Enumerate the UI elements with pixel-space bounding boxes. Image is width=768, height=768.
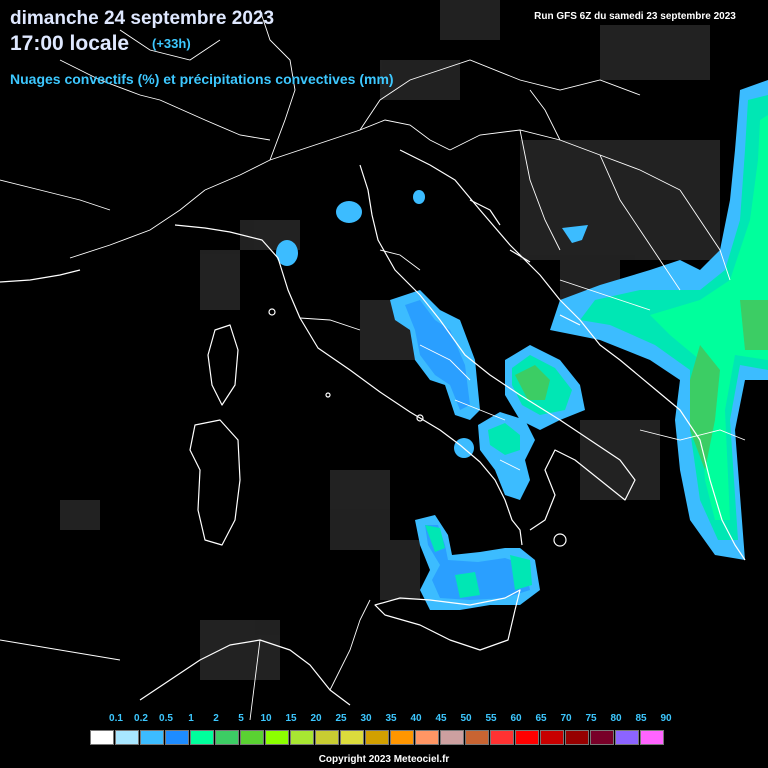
legend-label: 10 <box>260 713 272 724</box>
legend-swatch <box>415 730 439 745</box>
forecast-time: 17:00 locale <box>10 32 130 55</box>
legend-label: 55 <box>485 713 497 724</box>
legend-swatch <box>365 730 389 745</box>
legend-label: 75 <box>585 713 597 724</box>
legend-label: 30 <box>360 713 372 724</box>
legend-label: 65 <box>535 713 547 724</box>
legend-swatch <box>490 730 514 745</box>
color-legend: 0.1 0.2 0.5 1 2 5 10 15 20 25 30 35 40 45 50 55 60 65 70 75… <box>90 713 672 749</box>
legend-label: 20 <box>310 713 322 724</box>
forecast-offset: (+33h) <box>152 36 191 51</box>
legend-label: 0.2 <box>134 713 148 724</box>
legend-label: 40 <box>410 713 422 724</box>
legend-swatch <box>540 730 564 745</box>
legend-label: 90 <box>660 713 672 724</box>
legend-swatch <box>140 730 164 745</box>
legend-label: 85 <box>635 713 647 724</box>
legend-label: 0.5 <box>159 713 173 724</box>
legend-swatch <box>265 730 289 745</box>
legend-swatch <box>215 730 239 745</box>
legend-label: 35 <box>385 713 397 724</box>
legend-swatch <box>640 730 664 745</box>
legend-label: 70 <box>560 713 572 724</box>
legend-swatch <box>590 730 614 745</box>
legend-label: 1 <box>188 713 194 724</box>
legend-label: 45 <box>435 713 447 724</box>
legend-label: 5 <box>238 713 244 724</box>
legend-label: 25 <box>335 713 347 724</box>
forecast-date: dimanche 24 septembre 2023 <box>10 8 275 29</box>
legend-label: 50 <box>460 713 472 724</box>
legend-swatch <box>90 730 114 745</box>
parameter-title: Nuages convectifs (%) et précipitations … <box>10 71 394 87</box>
legend-swatch <box>115 730 139 745</box>
legend-swatch <box>290 730 314 745</box>
legend-label: 2 <box>213 713 219 724</box>
legend-label: 0.1 <box>109 713 123 724</box>
legend-label: 60 <box>510 713 522 724</box>
legend-label: 15 <box>285 713 297 724</box>
legend-swatch <box>315 730 339 745</box>
legend-swatch <box>340 730 364 745</box>
legend-label: 80 <box>610 713 622 724</box>
legend-swatch <box>615 730 639 745</box>
legend-swatch <box>240 730 264 745</box>
copyright: Copyright 2023 Meteociel.fr <box>318 754 450 765</box>
legend-swatch <box>440 730 464 745</box>
legend-swatch <box>390 730 414 745</box>
legend-swatch <box>465 730 489 745</box>
run-info: Run GFS 6Z du samedi 23 septembre 2023 <box>512 9 758 25</box>
legend-swatch <box>165 730 189 745</box>
weather-map <box>0 0 768 768</box>
legend-swatch <box>565 730 589 745</box>
legend-swatch <box>515 730 539 745</box>
legend-swatch <box>190 730 214 745</box>
